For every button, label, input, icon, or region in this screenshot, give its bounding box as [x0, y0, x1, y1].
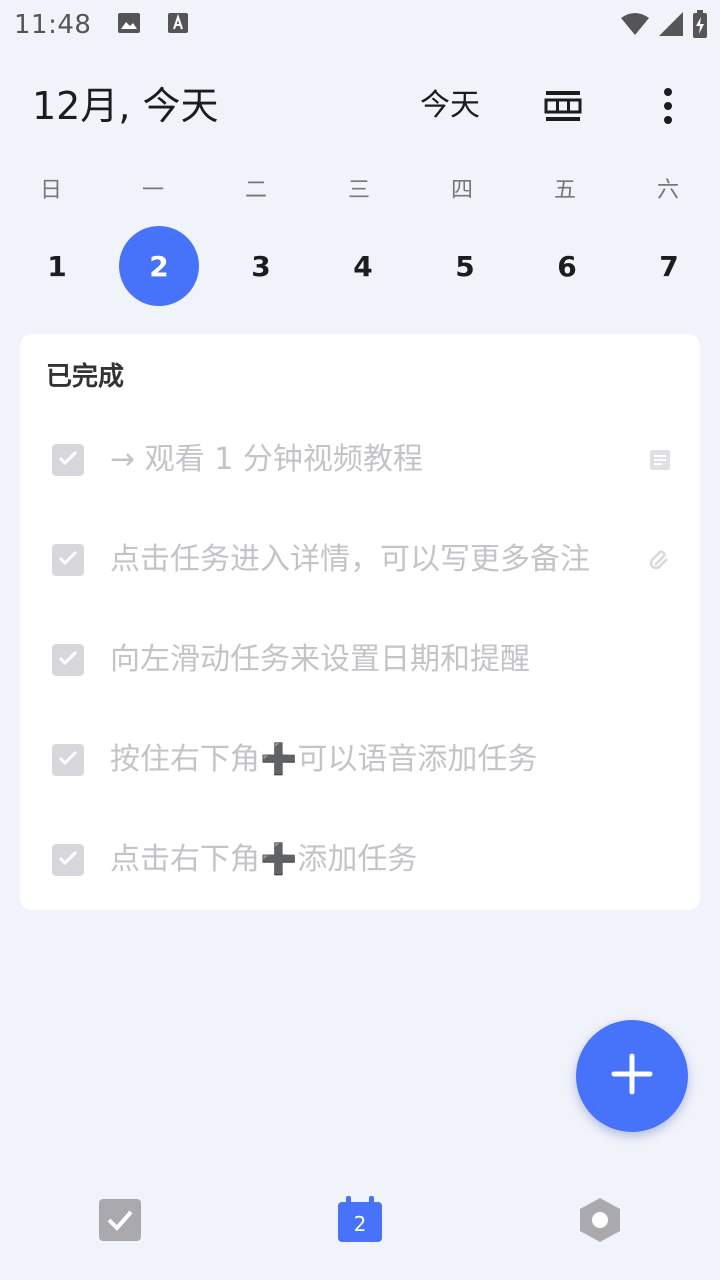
more-button[interactable] [654, 86, 682, 126]
checkmark-icon [58, 650, 78, 670]
date-cell[interactable]: 6 [527, 226, 607, 306]
status-bar: 11:48 [0, 0, 720, 50]
battery-charging-icon [692, 10, 708, 42]
nav-settings[interactable] [576, 1198, 624, 1246]
signal-icon [658, 11, 684, 41]
task-title: → 观看 1 分钟视频教程 [110, 442, 423, 477]
task-item[interactable]: 向左滑动任务来设置日期和提醒 [20, 610, 700, 710]
task-checkbox[interactable] [52, 444, 84, 476]
completed-tasks-card: 已完成 → 观看 1 分钟视频教程 点击任务进入详情，可以写更多备注 向左滑动任… [20, 334, 700, 910]
header: 12月, 今天 今天 [0, 78, 720, 134]
bottom-nav: 2 [0, 1180, 720, 1280]
calendar-view-icon [544, 91, 582, 129]
section-title: 已完成 [46, 362, 125, 392]
nav-calendar[interactable]: 2 [336, 1196, 384, 1246]
checkmark-icon [58, 850, 78, 870]
calendar-view-button[interactable] [544, 87, 582, 125]
task-item[interactable]: 按住右下角➕可以语音添加任务 [20, 710, 700, 810]
task-check-icon [98, 1198, 142, 1246]
task-title: 点击任务进入详情，可以写更多备注 [110, 542, 590, 577]
weekday-row: 日 一 二 三 四 五 六 [0, 172, 720, 203]
weekday-label: 四 [450, 178, 473, 203]
attachment-icon [648, 548, 672, 572]
image-icon [117, 12, 141, 38]
task-title: 点击右下角➕添加任务 [110, 842, 418, 877]
plus-icon [610, 1052, 654, 1100]
date-cell[interactable]: 4 [323, 226, 403, 306]
week-dates-row: 1 2 3 4 5 6 7 [0, 226, 720, 306]
weekday-label: 五 [553, 178, 576, 203]
note-icon [648, 448, 672, 472]
task-item[interactable]: 点击右下角➕添加任务 [20, 810, 700, 910]
task-title: 向左滑动任务来设置日期和提醒 [110, 642, 530, 677]
task-item[interactable]: → 观看 1 分钟视频教程 [20, 410, 700, 510]
date-cell[interactable]: 3 [221, 226, 301, 306]
settings-hexagon-icon [576, 1196, 624, 1248]
text-a-icon [167, 12, 189, 38]
today-button[interactable]: 今天 [420, 78, 480, 134]
task-checkbox[interactable] [52, 644, 84, 676]
page-title: 12月, 今天 [32, 84, 219, 128]
weekday-label: 一 [141, 178, 164, 203]
date-cell-selected[interactable]: 2 [119, 226, 199, 306]
more-vertical-icon [654, 88, 682, 130]
date-cell[interactable]: 5 [425, 226, 505, 306]
calendar-badge: 2 [353, 1212, 367, 1236]
task-item[interactable]: 点击任务进入详情，可以写更多备注 [20, 510, 700, 610]
checkmark-icon [58, 450, 78, 470]
date-cell[interactable]: 7 [629, 226, 709, 306]
task-checkbox[interactable] [52, 844, 84, 876]
weekday-label: 日 [39, 178, 62, 203]
date-cell[interactable]: 1 [17, 226, 97, 306]
checkmark-icon [58, 550, 78, 570]
task-title: 按住右下角➕可以语音添加任务 [110, 742, 538, 777]
weekday-label: 二 [244, 178, 267, 203]
add-task-button[interactable] [576, 1020, 688, 1132]
weekday-label: 六 [656, 178, 679, 203]
task-checkbox[interactable] [52, 744, 84, 776]
status-time: 11:48 [14, 10, 92, 40]
checkmark-icon [58, 750, 78, 770]
weekday-label: 三 [347, 178, 370, 203]
nav-tasks[interactable] [96, 1198, 144, 1246]
wifi-icon [620, 12, 650, 40]
task-checkbox[interactable] [52, 544, 84, 576]
